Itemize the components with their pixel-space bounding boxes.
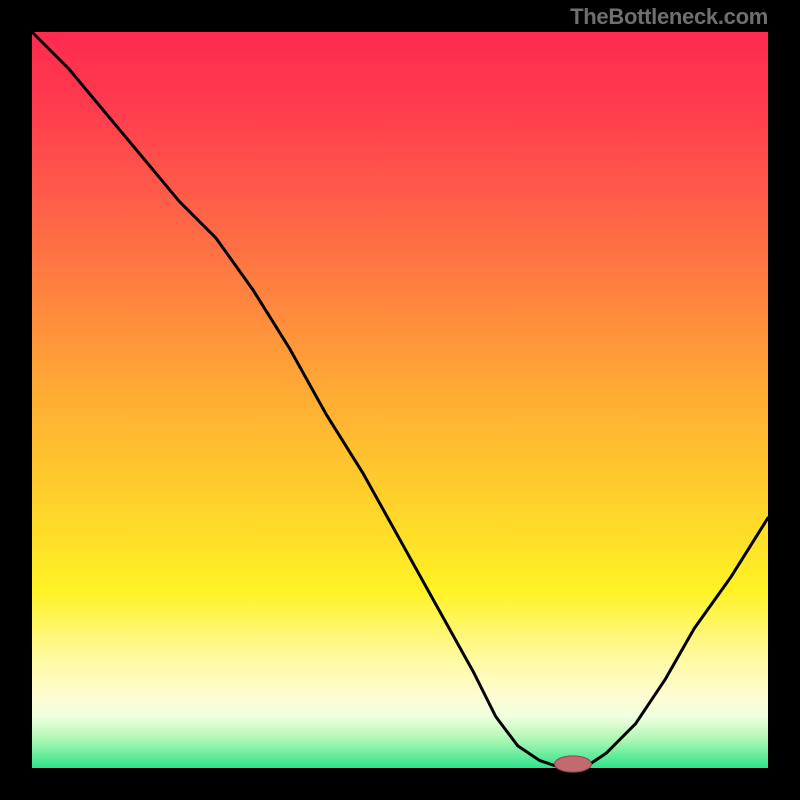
- optimal-marker: [555, 756, 592, 772]
- chart-frame: TheBottleneck.com: [0, 0, 800, 800]
- chart-svg: [32, 32, 768, 768]
- watermark-text: TheBottleneck.com: [570, 4, 768, 30]
- plot-area: [32, 32, 768, 768]
- bottleneck-curve: [32, 32, 768, 768]
